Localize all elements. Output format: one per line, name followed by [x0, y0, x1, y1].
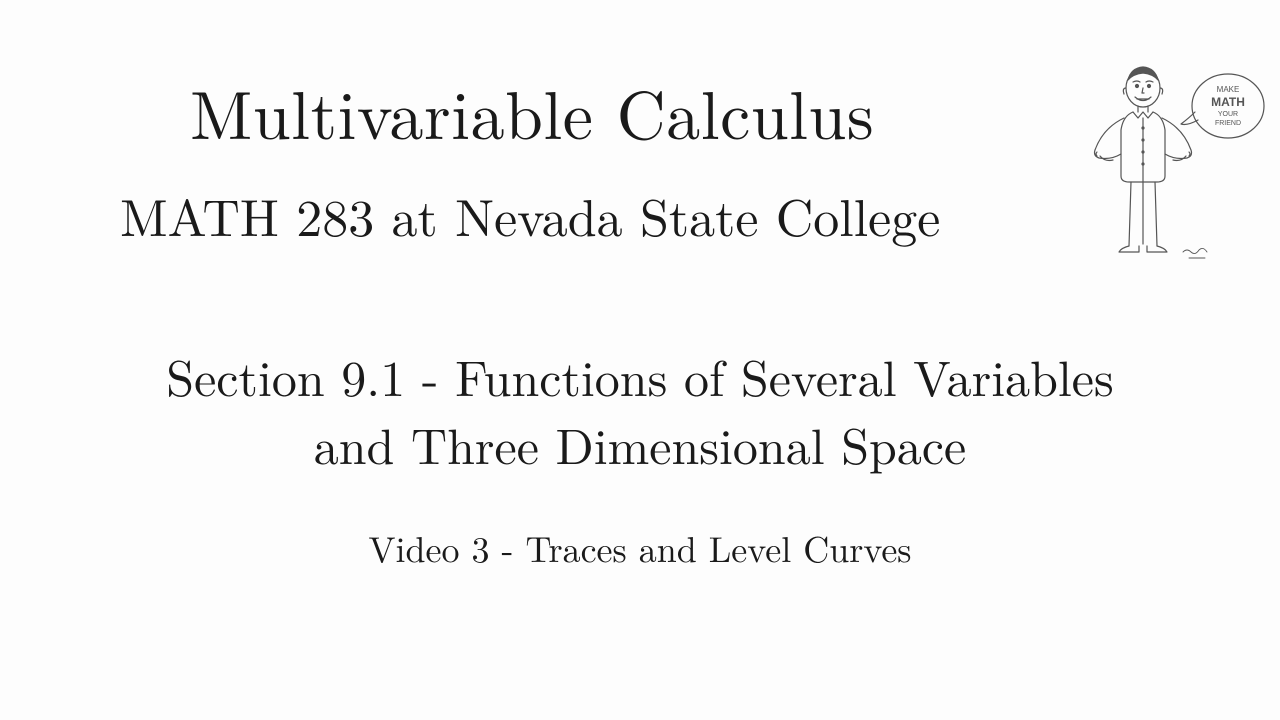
bubble-text-4: FRIEND — [1215, 120, 1241, 127]
bubble-text-1: MAKE — [1217, 85, 1240, 94]
course-title: Multivariable Calculus — [190, 62, 874, 159]
svg-text:FRIEND: FRIEND — [1215, 120, 1241, 127]
bubble-text-3: YOUR — [1218, 111, 1238, 118]
video-title: Video 3 - Traces and Level Curves — [0, 522, 1280, 573]
svg-text:MATH: MATH — [1211, 95, 1245, 109]
section-title: Section 9.1 - Functions of Several Varia… — [0, 342, 1280, 477]
section-line-2: and Three Dimensional Space — [314, 408, 967, 479]
course-subtitle: MATH 283 at Nevada State College — [120, 178, 940, 252]
svg-text:MAKE: MAKE — [1217, 85, 1240, 94]
section-line-1: Section 9.1 - Functions of Several Varia… — [166, 340, 1113, 411]
mascot-illustration: MAKE MATH YOUR FRIEND — [1083, 58, 1268, 268]
svg-text:YOUR: YOUR — [1218, 111, 1238, 118]
bubble-text-2: MATH — [1211, 95, 1245, 109]
